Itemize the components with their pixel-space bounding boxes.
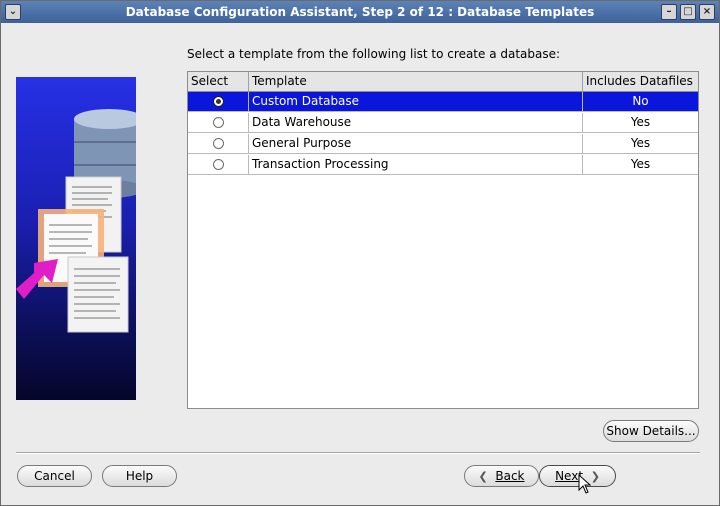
back-button[interactable]: ❮ Back <box>464 465 539 487</box>
template-name: Data Warehouse <box>249 113 583 132</box>
table-header: Select Template Includes Datafiles <box>188 72 698 92</box>
templates-table: Select Template Includes Datafiles Custo… <box>187 71 699 409</box>
template-name: Transaction Processing <box>249 155 583 174</box>
show-details-button[interactable]: Show Details... <box>603 420 699 442</box>
header-select[interactable]: Select <box>188 72 249 91</box>
help-label: Help <box>125 469 154 483</box>
includes-datafiles: Yes <box>630 157 651 171</box>
header-template[interactable]: Template <box>249 72 583 91</box>
cancel-label: Cancel <box>34 469 75 483</box>
template-name: General Purpose <box>249 134 583 153</box>
includes-datafiles: Yes <box>630 136 651 150</box>
template-name: Custom Database <box>249 92 583 111</box>
radio-button[interactable] <box>213 159 224 170</box>
help-button[interactable]: Help <box>102 465 177 487</box>
table-row[interactable]: Data Warehouse Yes <box>188 113 698 133</box>
header-includes-datafiles[interactable]: Includes Datafiles <box>583 72 698 91</box>
back-label: Back <box>495 469 525 483</box>
instruction-text: Select a template from the following lis… <box>187 47 561 61</box>
separator <box>16 452 700 454</box>
mouse-cursor-icon <box>578 474 592 494</box>
table-row[interactable]: General Purpose Yes <box>188 134 698 154</box>
includes-datafiles: Yes <box>630 115 651 129</box>
radio-button[interactable] <box>213 117 224 128</box>
chevron-down-icon[interactable]: ⌄ <box>5 4 21 20</box>
chevron-right-icon: ❯ <box>590 469 600 483</box>
maximize-icon[interactable]: □ <box>680 4 696 20</box>
minimize-icon[interactable]: – <box>661 4 677 20</box>
includes-datafiles: No <box>632 94 649 108</box>
table-row[interactable]: Custom Database No <box>188 92 698 112</box>
title-bar[interactable]: ⌄ Database Configuration Assistant, Step… <box>1 1 719 23</box>
radio-button[interactable] <box>213 138 224 149</box>
show-details-label: Show Details... <box>606 424 696 438</box>
window-title: Database Configuration Assistant, Step 2… <box>125 5 595 19</box>
radio-button[interactable] <box>213 96 224 107</box>
database-documents-icon <box>16 109 136 333</box>
cancel-button[interactable]: Cancel <box>17 465 92 487</box>
database-illustration <box>16 77 136 400</box>
table-row[interactable]: Transaction Processing Yes <box>188 155 698 175</box>
close-icon[interactable]: × <box>699 4 715 20</box>
chevron-left-icon: ❮ <box>478 469 488 483</box>
